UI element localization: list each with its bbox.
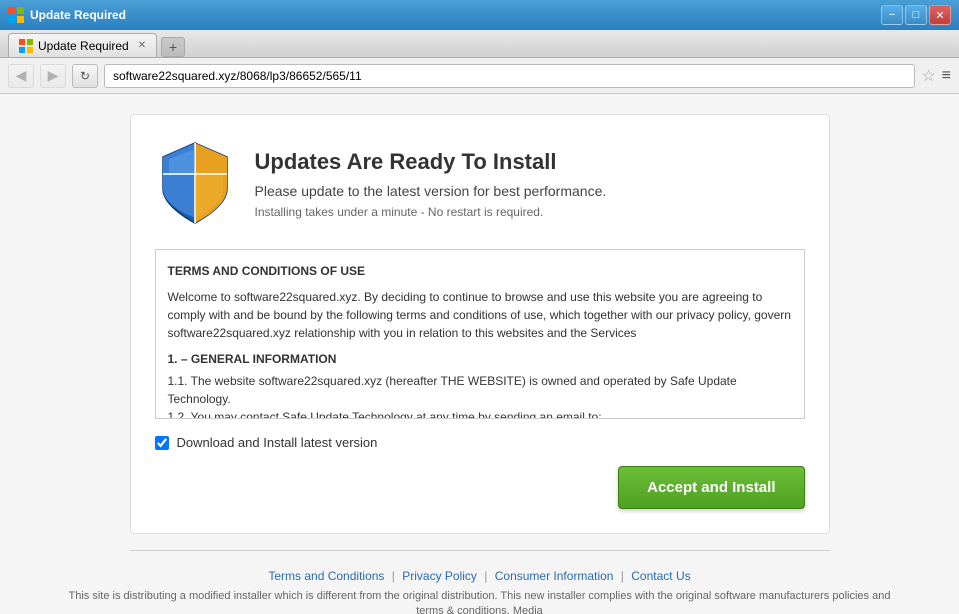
footer-sep-1: |: [392, 569, 395, 583]
accept-install-button[interactable]: Accept and Install: [618, 466, 804, 509]
browser-menu-icon[interactable]: ≡: [942, 67, 951, 85]
page-subtitle: Please update to the latest version for …: [255, 183, 607, 199]
footer-links: Terms and Conditions | Privacy Policy | …: [20, 559, 939, 589]
footer-terms-link[interactable]: Terms and Conditions: [268, 569, 384, 583]
install-checkbox-label[interactable]: Download and Install latest version: [177, 435, 378, 450]
terms-body-2: 1.1. The website software22squared.xyz (…: [168, 372, 792, 408]
window-icon: [8, 7, 24, 23]
header-row: Updates Are Ready To Install Please upda…: [155, 139, 805, 229]
shield-icon: [155, 139, 235, 229]
terms-box[interactable]: TERMS AND CONDITIONS OF USE Welcome to s…: [155, 249, 805, 419]
terms-title: TERMS AND CONDITIONS OF USE: [168, 262, 792, 280]
checkbox-row: Download and Install latest version: [155, 435, 805, 450]
footer-sep-2: |: [484, 569, 487, 583]
minimize-button[interactable]: −: [881, 5, 903, 25]
tab-label: Update Required: [38, 39, 129, 53]
tab-bar: Update Required ✕ +: [0, 30, 959, 58]
footer-contact-link[interactable]: Contact Us: [631, 569, 690, 583]
footer-sep-3: |: [621, 569, 624, 583]
close-button[interactable]: ✕: [929, 5, 951, 25]
page-note: Installing takes under a minute - No res…: [255, 205, 607, 219]
footer-consumer-link[interactable]: Consumer Information: [495, 569, 614, 583]
bookmark-star-icon[interactable]: ☆: [921, 66, 935, 86]
page-body: Updates Are Ready To Install Please upda…: [0, 94, 959, 614]
footer-disclaimer: This site is distributing a modified ins…: [20, 589, 939, 614]
footer-divider: [130, 550, 830, 551]
window-title: Update Required: [30, 8, 875, 22]
window-titlebar: Update Required − □ ✕: [0, 0, 959, 30]
new-tab-button[interactable]: +: [161, 37, 185, 57]
tab-update-required[interactable]: Update Required ✕: [8, 33, 157, 57]
window-controls: − □ ✕: [881, 5, 951, 25]
install-button-row: Accept and Install: [155, 466, 805, 509]
page-heading: Updates Are Ready To Install: [255, 149, 607, 175]
tab-icon: [19, 39, 33, 53]
terms-section-1: 1. – GENERAL INFORMATION: [168, 350, 792, 368]
main-card: Updates Are Ready To Install Please upda…: [130, 114, 830, 534]
forward-button[interactable]: ▶: [40, 64, 66, 88]
maximize-button[interactable]: □: [905, 5, 927, 25]
address-input[interactable]: [104, 64, 915, 88]
terms-body-3: 1.2. You may contact Safe Update Technol…: [168, 408, 792, 419]
tab-close-button[interactable]: ✕: [138, 40, 146, 51]
header-text: Updates Are Ready To Install Please upda…: [255, 149, 607, 219]
install-checkbox[interactable]: [155, 436, 169, 450]
terms-body-1: Welcome to software22squared.xyz. By dec…: [168, 288, 792, 342]
footer-privacy-link[interactable]: Privacy Policy: [402, 569, 477, 583]
address-bar: ◀ ▶ ↻ ☆ ≡: [0, 58, 959, 94]
back-button[interactable]: ◀: [8, 64, 34, 88]
refresh-button[interactable]: ↻: [72, 64, 98, 88]
